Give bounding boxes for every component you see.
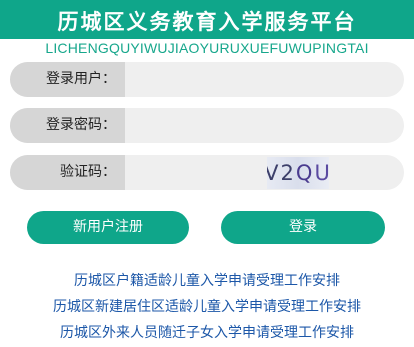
login-button[interactable]: 登录 (221, 211, 385, 244)
password-row: 登录密码： (10, 108, 404, 143)
username-row: 登录用户： (10, 62, 404, 97)
captcha-image[interactable]: V 2 Q U (267, 157, 329, 189)
captcha-char: V (267, 161, 281, 185)
username-input[interactable] (125, 62, 404, 97)
password-label: 登录密码： (10, 108, 125, 143)
password-input[interactable] (125, 108, 404, 143)
captcha-char: Q (295, 161, 315, 185)
header-bar: 历城区义务教育入学服务平台 (0, 0, 414, 39)
captcha-input[interactable] (125, 155, 275, 190)
captcha-char: 2 (280, 161, 296, 185)
page-subtitle: LICHENGQUYIWUJIAOYURUXUEFUWUPINGTAI (45, 40, 369, 56)
register-button[interactable]: 新用户注册 (27, 211, 189, 244)
notice-links: 历城区户籍适龄儿童入学申请受理工作安排 历城区新建居住区适龄儿童入学申请受理工作… (0, 268, 414, 346)
notice-link-household[interactable]: 历城区户籍适龄儿童入学申请受理工作安排 (0, 268, 414, 294)
notice-link-migrant-children[interactable]: 历城区外来人员随迁子女入学申请受理工作安排 (0, 320, 414, 346)
captcha-row: 验证码： (10, 155, 404, 190)
notice-link-new-residential[interactable]: 历城区新建居住区适龄儿童入学申请受理工作安排 (0, 294, 414, 320)
username-label: 登录用户： (10, 62, 125, 97)
captcha-label: 验证码： (10, 155, 125, 190)
captcha-char: U (314, 161, 329, 185)
page-title: 历城区义务教育入学服务平台 (57, 8, 357, 34)
